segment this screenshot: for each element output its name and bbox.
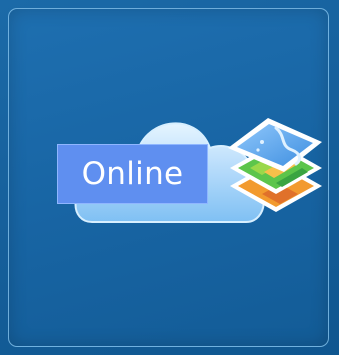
- online-label: Online: [57, 144, 208, 204]
